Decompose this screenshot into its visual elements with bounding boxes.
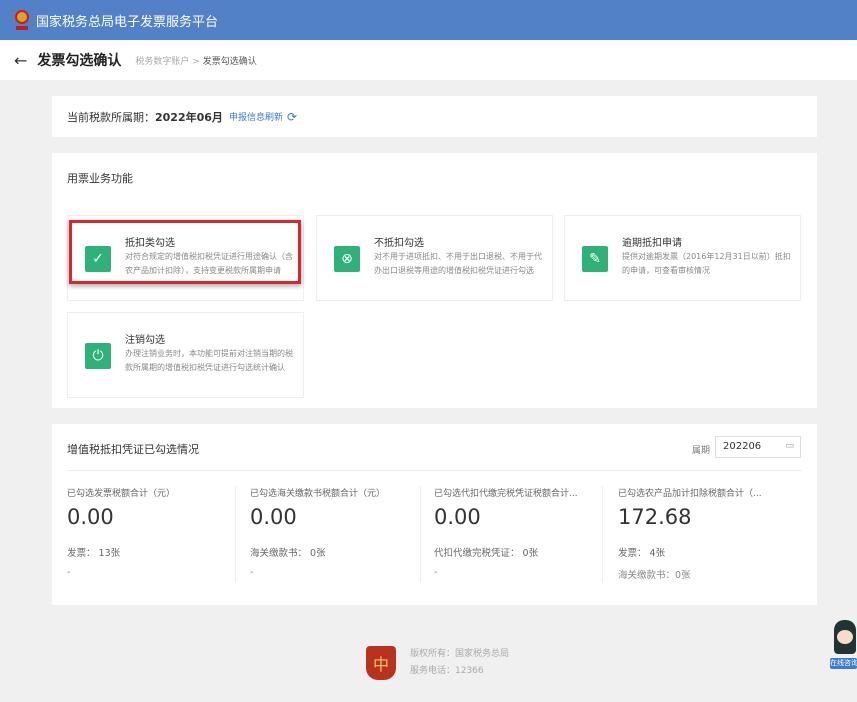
invoice-cancel-icon: ⊗ — [334, 246, 360, 272]
section-title: 增值税抵扣凭证已勾选情况 — [67, 443, 199, 456]
stat-invoice: 已勾选发票税额合计（元） 0.00 发票： 13张 - — [67, 486, 237, 578]
breadcrumb: 税务数字账户 > 发票勾选确认 — [135, 54, 256, 67]
invoice-power-icon: ⏻ — [85, 343, 111, 369]
stat-extra: - — [434, 567, 438, 578]
top-header: 国家税务总局电子发票服务平台 — [0, 0, 857, 40]
stat-extra: - — [250, 567, 254, 578]
stat-extra: - — [67, 567, 71, 578]
stat-label: 已勾选海关缴款书税额合计（元） — [250, 489, 386, 499]
service-phone: 服务电话：12366 — [410, 666, 484, 676]
tax-bureau-logo: 中 — [366, 646, 396, 680]
summary-card: 增值税抵扣凭证已勾选情况 属期 202206 ▭ 已勾选发票税额合计（元） 0.… — [52, 424, 817, 605]
divider — [67, 470, 802, 471]
calendar-icon: ▭ — [785, 441, 794, 451]
stat-agricultural: 已勾选农产品加计扣除税额合计（... 172.68 发票： 4张 海关缴款书：0… — [618, 486, 788, 581]
breadcrumb-separator: > — [192, 56, 200, 67]
stat-count: 海关缴款书： 0张 — [250, 548, 326, 559]
page-title: 发票勾选确认 — [37, 53, 122, 69]
invoice-edit-icon: ✎ — [582, 246, 608, 272]
card-title: 注销勾选 — [125, 335, 165, 346]
invoice-check-icon: ✓ — [85, 246, 111, 272]
function-card-nondeduct[interactable]: ⊗ 不抵扣勾选 对不用于进项抵扣、不用于出口退税、不用于代办出口退税等用途的增值… — [316, 215, 553, 301]
stat-extra: 海关缴款书：0张 — [618, 570, 691, 581]
footer: 中 版权所有：国家税务总局 服务电话：12366 — [366, 646, 509, 680]
stat-value: 172.68 — [618, 505, 692, 529]
stat-count: 发票： 13张 — [67, 548, 121, 559]
card-title: 不抵扣勾选 — [374, 238, 424, 249]
stat-count: 代扣代缴完税凭证： 0张 — [434, 548, 539, 559]
divider — [420, 486, 421, 582]
stat-withholding: 已勾选代扣代缴完税凭证税额合计... 0.00 代扣代缴完税凭证： 0张 - — [434, 486, 604, 578]
breadcrumb-current: 发票勾选确认 — [202, 56, 257, 67]
function-card-deduct[interactable]: ✓ 抵扣类勾选 对符合规定的增值税扣税凭证进行用途确认（含农产品加计扣除），支持… — [67, 215, 304, 301]
stat-customs: 已勾选海关缴款书税额合计（元） 0.00 海关缴款书： 0张 - — [250, 486, 420, 578]
period-card: 当前税款所属期： 2022年06月 申报信息刷新 ⟳ — [52, 96, 817, 137]
card-title: 逾期抵扣申请 — [622, 238, 682, 249]
assistant-label: 在线咨询 — [830, 658, 857, 669]
divider — [235, 486, 236, 582]
refresh-icon[interactable]: ⟳ — [287, 110, 297, 124]
period-picker[interactable]: 202206 ▭ — [715, 436, 801, 458]
stat-label: 已勾选发票税额合计（元） — [67, 489, 176, 499]
copyright-text: 版权所有：国家税务总局 — [410, 649, 510, 659]
function-card-deregister[interactable]: ⏻ 注销勾选 办理注销业务时，本功能可提前对注销当期的税款所属期的增值税扣税凭证… — [67, 312, 304, 398]
arrow-left-icon[interactable]: ← — [14, 51, 27, 70]
stat-value: 0.00 — [67, 505, 114, 529]
page-header: ← 发票勾选确认 税务数字账户 > 发票勾选确认 — [0, 40, 857, 80]
card-desc: 对不用于进项抵扣、不用于出口退税、不用于代办出口退税等用途的增值税扣税凭证进行勾… — [374, 252, 542, 275]
period-picker-value: 202206 — [723, 441, 762, 452]
period-value: 2022年06月 — [155, 110, 223, 124]
stat-label: 已勾选农产品加计扣除税额合计（... — [618, 489, 762, 499]
period-filter-label: 属期 — [692, 446, 711, 456]
emblem-logo — [12, 8, 32, 32]
refresh-link[interactable]: 申报信息刷新 — [229, 110, 283, 123]
online-assistant-button[interactable]: 在线咨询 — [830, 620, 857, 670]
stat-value: 0.00 — [434, 505, 481, 529]
stat-label: 已勾选代扣代缴完税凭证税额合计... — [434, 489, 578, 499]
card-title: 抵扣类勾选 — [125, 238, 175, 249]
stat-count: 发票： 4张 — [618, 548, 666, 559]
period-label: 当前税款所属期： — [67, 110, 155, 124]
section-title: 用票业务功能 — [67, 172, 133, 185]
card-desc: 提供对逾期发票（2016年12月31日以前）抵扣的申请，可查看审核情况 — [622, 252, 791, 275]
function-card-overdue[interactable]: ✎ 逾期抵扣申请 提供对逾期发票（2016年12月31日以前）抵扣的申请，可查看… — [564, 215, 801, 301]
platform-title: 国家税务总局电子发票服务平台 — [36, 14, 219, 30]
stat-value: 0.00 — [250, 505, 297, 529]
card-desc: 对符合规定的增值税扣税凭证进行用途确认（含农产品加计扣除），支持变更税款所属期申… — [125, 252, 293, 275]
breadcrumb-item[interactable]: 税务数字账户 — [135, 57, 189, 67]
card-desc: 办理注销业务时，本功能可提前对注销当期的税款所属期的增值税扣税凭证进行勾选统计确… — [125, 349, 293, 372]
divider — [602, 486, 603, 582]
